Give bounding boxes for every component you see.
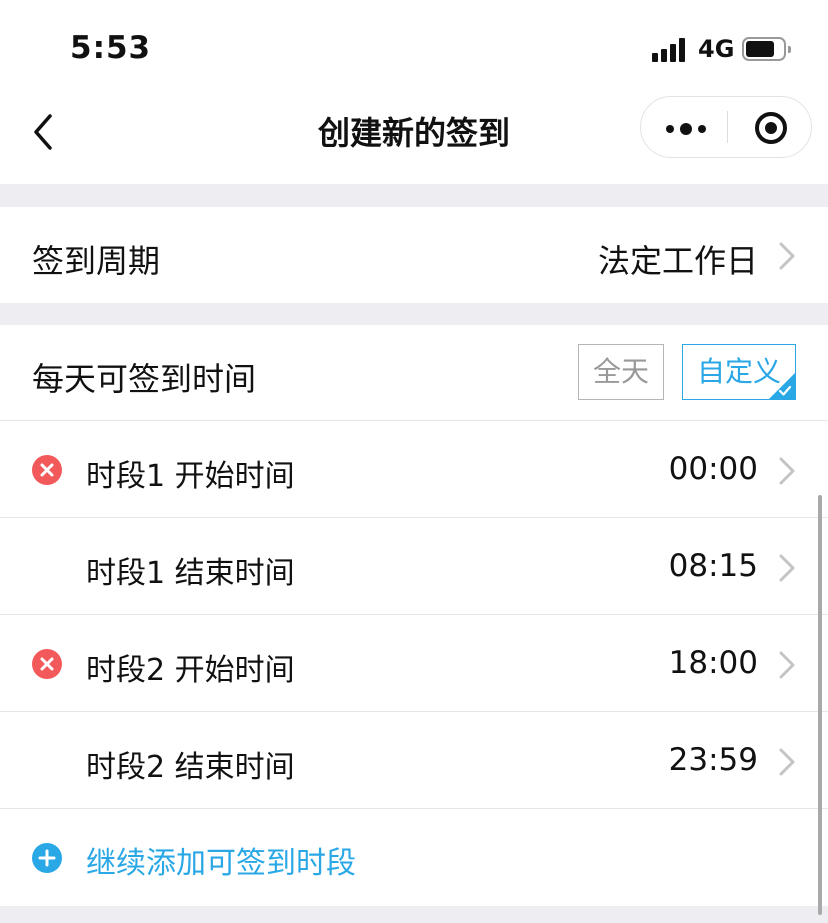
add-slot-label: 继续添加可签到时段 [86, 846, 356, 881]
chevron-right-icon [779, 554, 795, 582]
row-divider [0, 614, 828, 615]
scrollbar[interactable] [818, 495, 822, 915]
slot-row-1-end[interactable]: 时段1 结束时间 08:15 [0, 519, 828, 615]
check-icon [778, 385, 792, 396]
slot-row-2-start[interactable]: 时段2 开始时间 18:00 [0, 616, 828, 712]
period-row[interactable]: 签到周期 法定工作日 [0, 207, 828, 303]
period-label: 签到周期 [32, 242, 161, 280]
slot-label: 时段1 结束时间 [86, 556, 295, 591]
slot-time-value: 18:00 [668, 645, 758, 681]
row-divider [0, 808, 828, 809]
chevron-right-icon [779, 242, 795, 270]
slot-label: 时段2 开始时间 [86, 653, 295, 688]
battery-icon [742, 37, 791, 61]
more-dots-icon [666, 123, 706, 135]
nav-bar: 创建新的签到 [0, 92, 828, 184]
chevron-right-icon [779, 651, 795, 679]
status-time: 5:53 [70, 30, 152, 66]
slot-row-1-start[interactable]: 时段1 开始时间 00:00 [0, 422, 828, 518]
slot-time-value: 00:00 [668, 451, 758, 487]
period-value: 法定工作日 [597, 242, 758, 280]
network-type: 4G [698, 35, 735, 63]
signal-icon [652, 38, 690, 62]
slot-time-value: 23:59 [668, 742, 758, 778]
slot-row-2-end[interactable]: 时段2 结束时间 23:59 [0, 713, 828, 809]
row-divider [0, 420, 828, 421]
daily-time-label: 每天可签到时间 [32, 360, 257, 398]
add-slot-button[interactable]: 继续添加可签到时段 [0, 810, 828, 906]
chevron-right-icon [779, 457, 795, 485]
target-close-icon [755, 112, 787, 144]
remove-slot-icon[interactable] [32, 649, 62, 679]
slot-label: 时段2 结束时间 [86, 750, 295, 785]
plus-circle-icon [32, 843, 62, 873]
close-button[interactable] [728, 97, 812, 157]
chevron-right-icon [779, 748, 795, 776]
option-all-day[interactable]: 全天 [578, 344, 664, 400]
row-divider [0, 711, 828, 712]
more-button[interactable] [641, 97, 727, 157]
option-custom[interactable]: 自定义 [682, 344, 796, 400]
row-divider [0, 517, 828, 518]
remove-slot-icon[interactable] [32, 455, 62, 485]
daily-time-row: 每天可签到时间 全天 自定义 [0, 325, 828, 421]
slot-label: 时段1 开始时间 [86, 459, 295, 494]
status-bar: 5:53 4G [0, 0, 828, 92]
mini-program-capsule [640, 96, 812, 158]
slot-time-value: 08:15 [668, 548, 758, 584]
